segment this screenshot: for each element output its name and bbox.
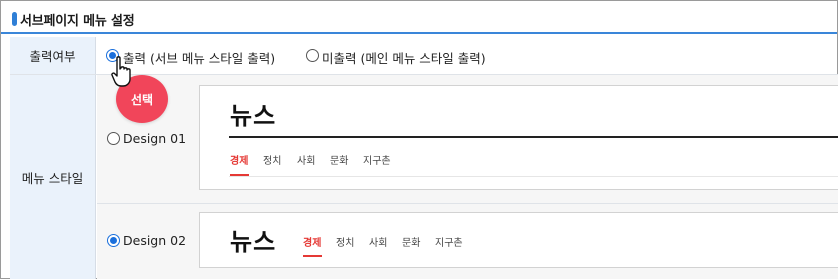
design-01-nav-item: 지구촌 [363, 156, 391, 167]
hand-pointer-icon [111, 56, 131, 87]
design-02-nav-item: 정치 [336, 238, 355, 249]
design-01-radio[interactable] [107, 132, 120, 145]
design-02-nav-item: 문화 [402, 238, 421, 249]
output-row-label: 출력여부 [10, 37, 96, 74]
design-02-nav-item: 사회 [369, 238, 388, 249]
design-01-nav-item: 사회 [297, 156, 316, 167]
design-02-nav-item: 지구촌 [435, 238, 463, 249]
design-divider [97, 203, 838, 204]
design-01-title-rule [229, 136, 838, 138]
design-01-nav-item: 경제 [230, 156, 249, 167]
section-title: 서브페이지 메뉴 설정 [20, 14, 135, 29]
design-02-preview[interactable] [199, 212, 838, 268]
design-01-preview-title: 뉴스 [230, 102, 277, 130]
section-marker-icon [12, 12, 17, 26]
section-header: 서브페이지 메뉴 설정 [1, 1, 837, 34]
output-option-noprint-label[interactable]: 미출력 (메인 메뉴 스타일 출력) [322, 48, 486, 67]
design-01-nav-rule [229, 176, 838, 177]
design-02-preview-title: 뉴스 [230, 228, 277, 256]
design-01-nav-item: 문화 [330, 156, 349, 167]
design-01-nav-item: 정치 [263, 156, 282, 167]
design-02-active-underline [303, 255, 322, 257]
design-01-label[interactable]: Design 01 [123, 131, 186, 146]
output-option-print-label[interactable]: 출력 (서브 메뉴 스타일 출력) [123, 48, 275, 67]
style-row-label: 메뉴 스타일 [10, 75, 96, 279]
design-02-radio[interactable] [107, 234, 120, 247]
design-02-nav-item: 경제 [303, 238, 322, 249]
output-radio-noprint[interactable] [306, 49, 319, 62]
design-02-label[interactable]: Design 02 [123, 233, 186, 248]
